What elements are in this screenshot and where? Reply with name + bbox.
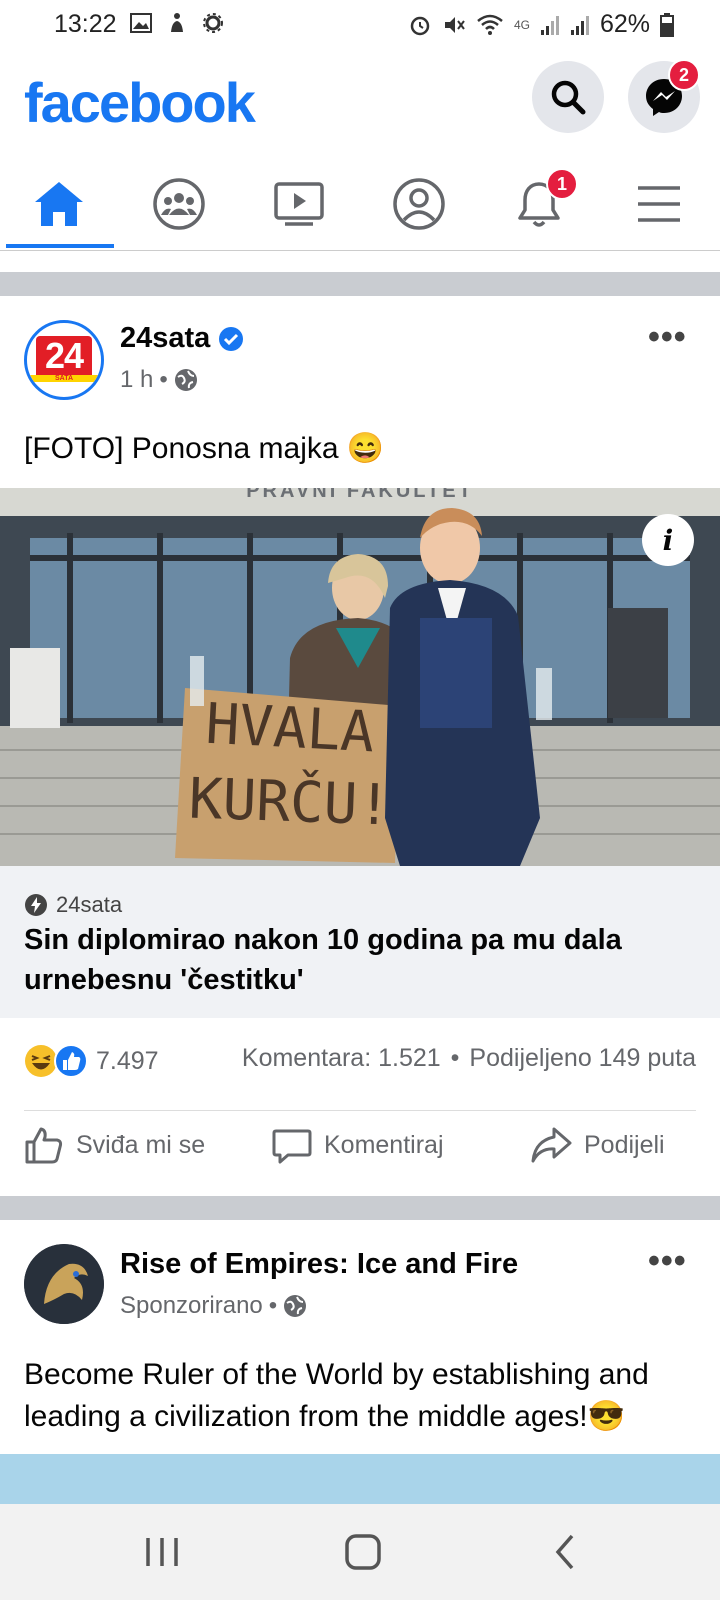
- meta-dot: •: [159, 366, 168, 393]
- profile-icon: [393, 178, 445, 230]
- post-actions: Sviđa mi se Komentiraj Podijeli: [24, 1110, 696, 1201]
- system-navigation-bar: [0, 1504, 720, 1600]
- mute-icon: [444, 16, 465, 33]
- tab-menu[interactable]: [600, 160, 718, 248]
- dragon-logo-icon: [24, 1244, 104, 1324]
- shares-count[interactable]: Podijeljeno 149 puta: [469, 1044, 696, 1073]
- like-reaction-icon: [54, 1044, 88, 1078]
- post-options-button[interactable]: •••: [648, 318, 687, 357]
- thumbs-up-icon: [25, 1127, 63, 1164]
- tab-profile[interactable]: [360, 160, 478, 248]
- globe-icon: [284, 1295, 307, 1317]
- active-tab-indicator: [6, 244, 114, 248]
- haha-reaction-icon: [25, 1045, 57, 1077]
- facebook-logo[interactable]: facebook: [24, 70, 256, 135]
- photo-sign-line1: HVALA: [204, 691, 376, 766]
- comment-label: Komentiraj: [324, 1130, 444, 1159]
- sponsored-meta: Sponzorirano •: [120, 1292, 307, 1320]
- comments-count[interactable]: Komentara: 1.521: [242, 1044, 441, 1073]
- status-right: 4G 62%: [408, 10, 674, 39]
- feed-divider-2: [0, 1196, 720, 1220]
- post-photo[interactable]: PRAVNI FAKULTET HVALA KURČU! i: [0, 488, 720, 866]
- search-button[interactable]: [532, 61, 604, 133]
- messenger-badge: 2: [668, 59, 700, 91]
- post2-options-button[interactable]: •••: [648, 1242, 687, 1281]
- home-button[interactable]: [344, 1532, 384, 1577]
- feed-divider: [0, 272, 720, 296]
- verified-badge-icon: [219, 326, 244, 351]
- home-square-icon: [345, 1534, 381, 1570]
- reactions-summary[interactable]: 7.497: [24, 1044, 159, 1078]
- battery-icon: [660, 12, 674, 37]
- info-icon: i: [662, 523, 674, 557]
- video-icon: [274, 182, 324, 226]
- share-button[interactable]: Podijeli: [530, 1125, 665, 1165]
- engagement-summary: Komentara: 1.521 • Podijeljeno 149 puta: [242, 1044, 696, 1073]
- link-source-name: 24sata: [56, 892, 123, 917]
- messenger-button[interactable]: 2: [628, 59, 700, 133]
- recent-apps-button[interactable]: [140, 1534, 184, 1575]
- link-title[interactable]: Sin diplomirao nakon 10 godina pa mu dal…: [24, 920, 704, 1000]
- hamburger-menu-icon: [638, 186, 680, 222]
- post2-text: Become Ruler of the World by establishin…: [24, 1358, 649, 1433]
- accessibility-icon: [171, 13, 183, 32]
- status-time: 13:22: [54, 10, 117, 38]
- comment-button[interactable]: Komentiraj: [272, 1125, 444, 1165]
- wifi-icon: [477, 14, 503, 35]
- globe-icon: [174, 369, 197, 391]
- post-author[interactable]: 24sata: [120, 322, 244, 355]
- signal-icon-1: [540, 15, 559, 35]
- meta-dot-2: •: [268, 1292, 278, 1319]
- comment-bubble-icon: [272, 1129, 312, 1164]
- sponsor-name[interactable]: Rise of Empires: Ice and Fire: [120, 1248, 518, 1281]
- gallery-icon: [130, 13, 152, 33]
- search-icon: [551, 80, 586, 115]
- signal-icon-2: [570, 15, 589, 35]
- app-header: facebook 2: [0, 56, 720, 156]
- like-button[interactable]: Sviđa mi se: [24, 1125, 205, 1165]
- avatar-subtext: SATA: [27, 375, 101, 382]
- alarm-icon: [410, 16, 430, 35]
- post-stats: 7.497 Komentara: 1.521 • Podijeljeno 149…: [24, 1044, 696, 1084]
- like-label: Sviđa mi se: [76, 1130, 206, 1159]
- link-source: 24sata: [24, 892, 122, 918]
- tab-notifications[interactable]: 1: [480, 160, 598, 248]
- share-arrow-icon: [531, 1127, 572, 1163]
- status-left-icons: [130, 12, 224, 34]
- page-avatar-rise-of-empires[interactable]: [24, 1244, 104, 1324]
- post-author-name[interactable]: 24sata: [120, 322, 210, 355]
- tab-watch[interactable]: [240, 160, 358, 248]
- network-type: 4G: [513, 17, 530, 32]
- photo-sign-line2: KURČU!: [187, 766, 393, 839]
- home-icon: [35, 182, 83, 226]
- main-nav: 1: [0, 160, 720, 251]
- status-bar: 13:22 4G 62%: [0, 0, 720, 52]
- avatar-text: 24: [44, 335, 84, 376]
- recent-apps-icon: [146, 1538, 178, 1566]
- sponsored-label[interactable]: Sponzorirano: [120, 1292, 263, 1320]
- back-button[interactable]: [548, 1532, 584, 1577]
- post-time[interactable]: 1 h: [120, 366, 153, 394]
- photo-building-text: PRAVNI FAKULTET: [246, 488, 474, 502]
- info-button[interactable]: i: [642, 514, 694, 566]
- settings-gear-icon: [203, 13, 223, 33]
- page-avatar-24sata[interactable]: 24 SATA: [24, 320, 104, 400]
- tab-groups[interactable]: [120, 160, 238, 248]
- battery-percent: 62%: [599, 10, 650, 38]
- tab-home[interactable]: [0, 160, 118, 248]
- share-label: Podijeli: [584, 1130, 665, 1159]
- post-meta: 1 h •: [120, 366, 198, 394]
- notifications-badge: 1: [546, 168, 578, 200]
- groups-icon: [153, 178, 205, 230]
- stats-dot: •: [450, 1044, 460, 1072]
- reactions-count: 7.497: [96, 1046, 159, 1075]
- instant-article-bolt-icon: [25, 894, 47, 916]
- post2-media-preview[interactable]: [0, 1454, 720, 1504]
- post-text: [FOTO] Ponosna majka 😄: [24, 432, 385, 465]
- back-chevron-icon: [555, 1534, 574, 1570]
